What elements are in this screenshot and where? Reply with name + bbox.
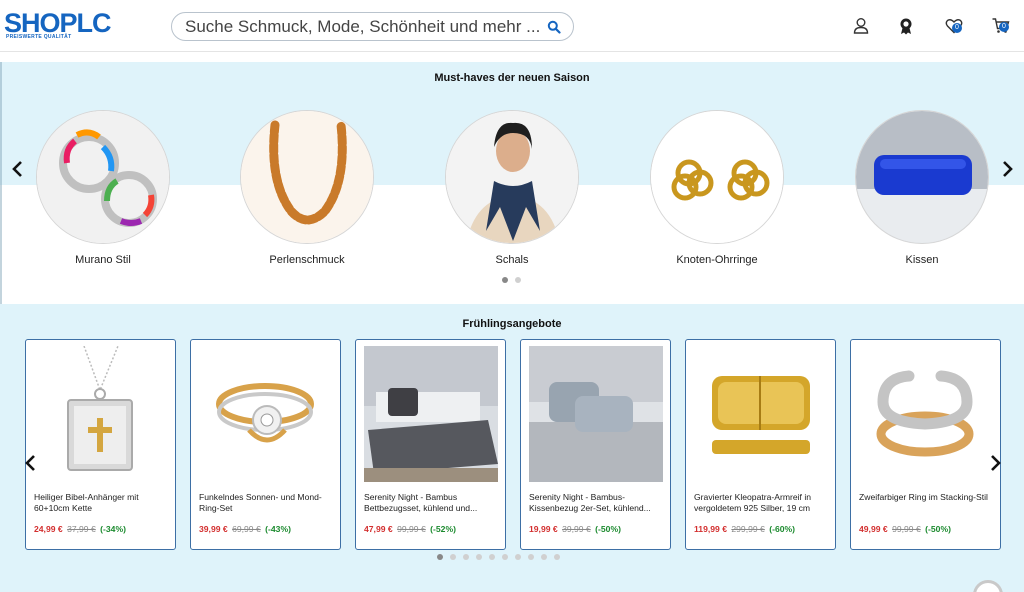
product-price-row: 47,99 € 99,99 € (-52%) [364,524,456,534]
pagination-dot[interactable] [437,554,443,560]
offers-prev-arrow-icon[interactable] [24,454,38,472]
site-header: SHOPLC PREISWERTE QUALITÄT Suche Schmuck… [0,0,1024,52]
product-discount: (-52%) [430,524,456,534]
product-price-row: 119,99 € 299,99 € (-60%) [694,524,795,534]
cart-button[interactable]: 0 [991,16,1011,36]
pagination-dot[interactable] [528,554,534,560]
murano-earrings-image [36,110,170,244]
product-title: Gravierter Kleopatra-Armreif in vergolde… [694,492,812,513]
pagination-dot[interactable] [502,554,508,560]
categories-title: Must-haves der neuen Saison [434,72,590,84]
product-discount: (-34%) [100,524,126,534]
category-item-schals[interactable]: Schals [445,110,579,266]
shoplc-logo[interactable]: SHOPLC PREISWERTE QUALITÄT [4,8,112,44]
search-input[interactable]: Suche Schmuck, Mode, Schönheit und mehr … [171,12,574,41]
product-image-bedding-set [364,346,498,482]
pillow-image [855,110,989,244]
product-image-pillowcase-set [529,346,663,482]
product-discount: (-50%) [925,524,951,534]
product-image-bible-pendant [34,346,168,482]
product-card[interactable]: Gravierter Kleopatra-Armreif in vergolde… [685,339,836,550]
product-old-price: 69,99 € [232,524,261,534]
product-price: 24,99 € [34,524,63,534]
category-label: Perlenschmuck [269,254,345,266]
award-icon[interactable] [896,16,916,36]
search-placeholder: Suche Schmuck, Mode, Schönheit und mehr … [185,17,541,36]
product-title: Heiliger Bibel-Anhänger mit 60+10cm Kett… [34,492,139,513]
product-price: 19,99 € [529,524,558,534]
pagination-dot[interactable] [541,554,547,560]
product-old-price: 39,99 € [562,524,591,534]
search-icon[interactable] [547,20,561,34]
product-price-row: 24,99 € 37,99 € (-34%) [34,524,126,534]
pagination-dot[interactable] [502,277,508,283]
knot-earrings-image [650,110,784,244]
product-discount: (-60%) [769,524,796,534]
offers-title: Frühlingsangebote [462,318,562,330]
pagination-dot[interactable] [554,554,560,560]
product-card[interactable]: Funkelndes Sonnen- und Mond-Ring-Set 39,… [190,339,341,550]
cart-count-badge: 0 [999,22,1009,32]
product-price-row: 39,99 € 69,99 € (-43%) [199,524,291,534]
category-label: Murano Stil [75,254,131,266]
wishlist-count-badge: 0 [952,23,962,33]
pagination-dot[interactable] [463,554,469,560]
product-price: 39,99 € [199,524,228,534]
logo-tagline: PREISWERTE QUALITÄT [6,34,72,40]
product-price: 47,99 € [364,524,393,534]
product-card[interactable]: Heiliger Bibel-Anhänger mit 60+10cm Kett… [25,339,176,550]
pagination-dot[interactable] [515,554,521,560]
product-price-row: 19,99 € 39,99 € (-50%) [529,524,621,534]
product-discount: (-50%) [595,524,621,534]
categories-prev-arrow-icon[interactable] [11,160,25,178]
product-old-price: 299,99 € [731,524,765,534]
category-label: Schals [495,254,529,266]
product-card[interactable]: Zweifarbiger Ring im Stacking-Stil 49,99… [850,339,1001,550]
scarf-model-image [445,110,579,244]
categories-pagination [502,277,521,283]
user-icon[interactable] [851,16,871,36]
product-title: Zweifarbiger Ring im Stacking-Stil [859,492,988,502]
pagination-dot[interactable] [450,554,456,560]
product-old-price: 37,99 € [67,524,96,534]
product-card[interactable]: Serenity Night - Bambus Bettbezugsset, k… [355,339,506,550]
product-price-row: 49,99 € 99,99 € (-50%) [859,524,951,534]
product-price: 49,99 € [859,524,888,534]
offers-next-arrow-icon[interactable] [988,454,1002,472]
category-item-knoten-ohrringe[interactable]: Knoten-Ohrringe [650,110,784,266]
product-discount: (-43%) [265,524,291,534]
product-old-price: 99,99 € [892,524,921,534]
category-item-murano[interactable]: Murano Stil [36,110,170,266]
product-image-sun-moon-rings [199,346,333,482]
product-image-stacking-ring [859,346,993,482]
pagination-dot[interactable] [476,554,482,560]
product-title: Serenity Night - Bambus-Kissenbezug 2er-… [529,492,651,513]
product-image-cleopatra-bangle [694,346,828,482]
pagination-dot[interactable] [489,554,495,560]
category-label: Knoten-Ohrringe [676,254,758,266]
product-price: 119,99 € [694,524,727,534]
category-item-kissen[interactable]: Kissen [855,110,989,266]
category-item-perlenschmuck[interactable]: Perlenschmuck [240,110,374,266]
amber-necklace-image [240,110,374,244]
categories-next-arrow-icon[interactable] [1000,160,1014,178]
pagination-dot[interactable] [515,277,521,283]
product-title: Funkelndes Sonnen- und Mond-Ring-Set [199,492,322,513]
offers-pagination [437,554,560,560]
product-title: Serenity Night - Bambus Bettbezugsset, k… [364,492,478,513]
category-label: Kissen [905,254,939,266]
wishlist-button[interactable]: 0 [944,16,964,36]
product-card[interactable]: Serenity Night - Bambus-Kissenbezug 2er-… [520,339,671,550]
product-old-price: 99,99 € [397,524,426,534]
